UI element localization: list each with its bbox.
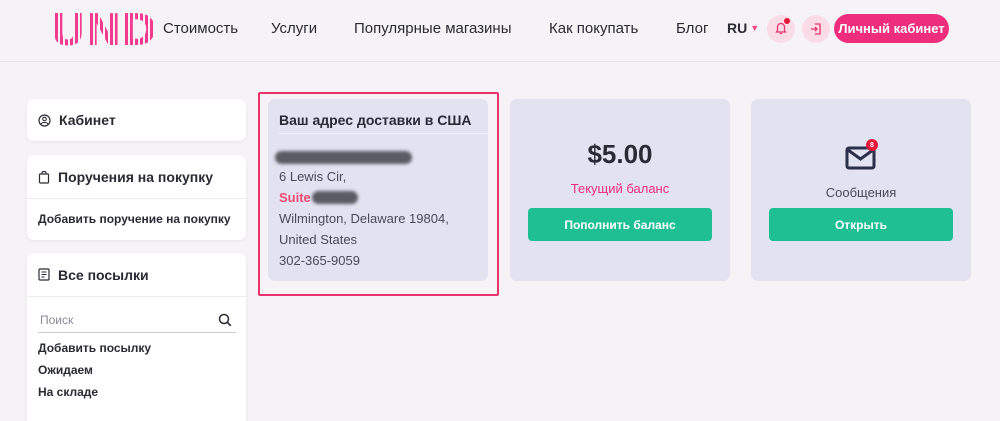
address-city: Wilmington, Delaware 19804,: [279, 211, 449, 226]
unread-messages-badge: 8: [866, 139, 878, 151]
mail-icon-wrap: 8: [845, 139, 878, 171]
add-purchase-order-link[interactable]: Добавить поручение на покупку: [27, 212, 246, 226]
bell-icon: [775, 22, 787, 35]
personal-cabinet-button[interactable]: Личный кабинет: [834, 14, 949, 43]
login-button[interactable]: [802, 15, 830, 43]
balance-card: $5.00 Текущий баланс Пополнить баланс: [510, 99, 730, 281]
add-parcel-link[interactable]: Добавить посылку: [27, 341, 246, 355]
notifications-button[interactable]: [767, 15, 795, 43]
parcel-search-input[interactable]: [38, 309, 208, 331]
package-list-icon: [38, 268, 50, 281]
us-address-card: Ваш адрес доставки в США 6 Lewis Cir, Su…: [268, 99, 488, 281]
top-up-balance-button[interactable]: Пополнить баланс: [528, 208, 712, 241]
divider: [27, 198, 246, 199]
divider: [27, 296, 246, 297]
divider: [279, 133, 488, 134]
address-country: United States: [279, 232, 358, 247]
chevron-down-icon: ▼: [750, 23, 760, 33]
awaiting-link[interactable]: Ожидаем: [27, 363, 246, 377]
nav-item-how-to-buy[interactable]: Как покупать: [549, 20, 638, 37]
redacted-name: [275, 151, 412, 164]
parcels-title: Все посылки: [58, 266, 149, 283]
nav-item-popular-stores[interactable]: Популярные магазины: [354, 20, 512, 37]
top-header: UND Стоимость Услуги Популярные магазины…: [0, 0, 1000, 62]
nav-item-services[interactable]: Услуги: [271, 20, 317, 37]
cabinet-heading[interactable]: Кабинет: [27, 99, 246, 141]
user-circle-icon: [38, 113, 51, 127]
address-card-title: Ваш адрес доставки в США: [279, 112, 472, 128]
und-logo[interactable]: UND: [50, 9, 157, 53]
open-messages-button[interactable]: Открыть: [769, 208, 953, 241]
cabinet-title: Кабинет: [59, 112, 116, 128]
in-warehouse-link[interactable]: На складе: [27, 385, 246, 399]
suite-label: Suite: [279, 190, 311, 205]
sign-in-icon: [811, 23, 821, 35]
language-selector[interactable]: RU ▼: [727, 20, 759, 36]
parcels-heading[interactable]: Все посылки: [27, 253, 246, 296]
address-suite-line: Suite: [279, 190, 311, 205]
balance-label: Текущий баланс: [570, 181, 670, 196]
balance-amount: $5.00: [587, 139, 653, 169]
purchase-orders-card: Поручения на покупку Добавить поручение …: [27, 155, 246, 240]
nav-item-pricing[interactable]: Стоимость: [163, 20, 238, 37]
search-icon[interactable]: [218, 313, 232, 327]
parcel-search: [38, 309, 236, 333]
address-street: 6 Lewis Cir,: [279, 169, 347, 184]
messages-label: Сообщения: [825, 185, 897, 200]
parcels-card: Все посылки Добавить посылку Ожидаем На …: [27, 253, 246, 421]
messages-card: 8 Сообщения Открыть: [751, 99, 971, 281]
cabinet-card[interactable]: Кабинет: [27, 99, 246, 141]
logo-text: UND: [50, 5, 157, 56]
language-label: RU: [727, 20, 748, 36]
address-phone: 302-365-9059: [279, 253, 360, 268]
purchase-orders-title: Поручения на покупку: [58, 168, 213, 185]
shopping-bag-icon: [38, 170, 50, 184]
notification-dot: [784, 18, 790, 24]
purchase-orders-heading[interactable]: Поручения на покупку: [27, 155, 246, 198]
redacted-suite-number: [312, 191, 358, 204]
nav-item-blog[interactable]: Блог: [676, 20, 708, 37]
